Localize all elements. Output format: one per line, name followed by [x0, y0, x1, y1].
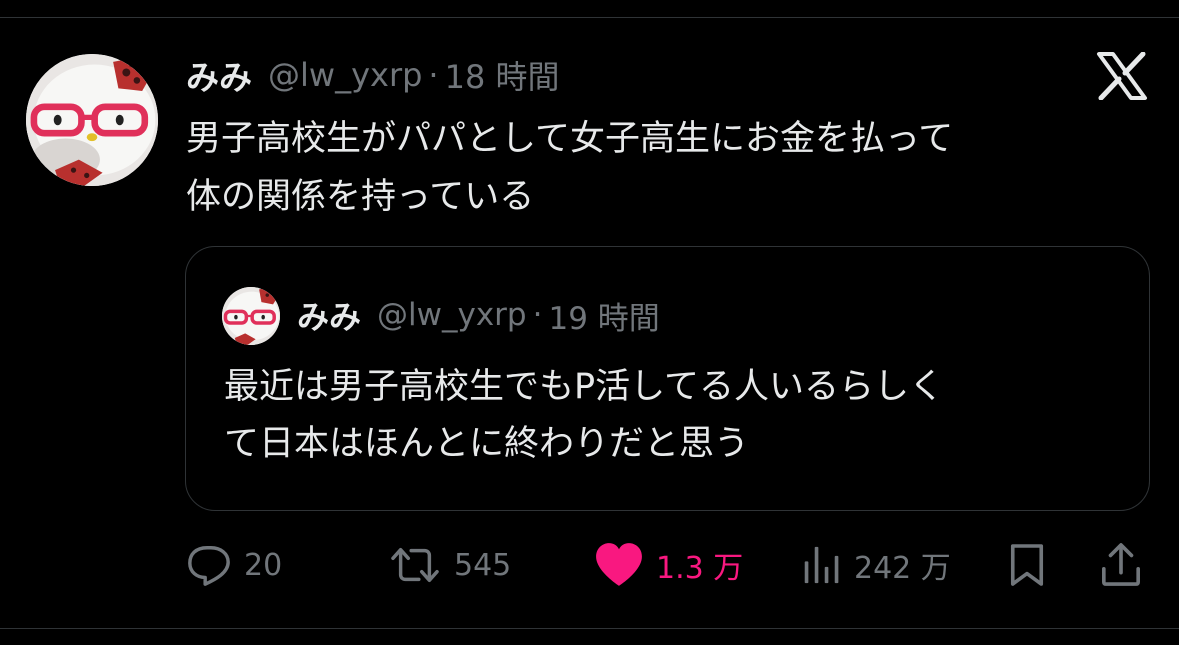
x-logo-icon[interactable]: [1096, 51, 1148, 101]
quoted-tweet-text: 最近は男子高校生でもP活してる人いるらしく て日本はほんとに終わりだと思う: [224, 359, 1124, 473]
tweet-text: 男子高校生がパパとして女子高生にお金を払って 体の関係を持っている: [186, 110, 1146, 226]
bookmark-button[interactable]: [1008, 536, 1046, 594]
quoted-avatar-image: [222, 287, 280, 345]
user-handle[interactable]: @lw_yxrp: [268, 56, 422, 94]
like-button[interactable]: 1.3 万: [594, 536, 743, 594]
quoted-text-line-1: 最近は男子高校生でもP活してる人いるらしく: [224, 367, 945, 407]
avatar[interactable]: [26, 54, 158, 186]
quoted-user-handle: @lw_yxrp: [377, 297, 527, 333]
reply-icon: [188, 546, 230, 586]
avatar-image: [26, 54, 158, 186]
quoted-tweet-header: みみ @lw_yxrp · 19 時間: [297, 293, 660, 337]
repost-icon: [391, 547, 439, 583]
views-icon: [804, 546, 839, 584]
repost-count: 545: [454, 547, 512, 583]
like-count: 1.3 万: [656, 551, 744, 586]
views-count: 242 万: [854, 551, 951, 586]
timestamp[interactable]: 18 時間: [445, 52, 560, 98]
views-button[interactable]: 242 万: [802, 536, 951, 594]
heart-icon: [596, 543, 642, 586]
action-bar: 20 545 1.3 万 242 万: [0, 536, 1179, 594]
share-icon: [1102, 543, 1140, 586]
share-button[interactable]: [1100, 536, 1142, 594]
tweet-text-line-2: 体の関係を持っている: [186, 177, 535, 217]
separator-dot: ·: [428, 56, 439, 94]
repost-button[interactable]: 545: [388, 536, 511, 594]
reply-button[interactable]: 20: [186, 536, 282, 594]
quoted-tweet-card[interactable]: みみ @lw_yxrp · 19 時間 最近は男子高校生でもP活してる人いるらし…: [185, 246, 1150, 511]
quoted-timestamp: 19 時間: [548, 300, 660, 337]
tweet-text-line-1: 男子高校生がパパとして女子高生にお金を払って: [186, 119, 954, 159]
bookmark-icon: [1010, 544, 1044, 586]
quoted-avatar[interactable]: [222, 287, 280, 345]
reply-count: 20: [244, 547, 283, 583]
quoted-display-name: みみ: [297, 298, 362, 336]
quoted-separator-dot: ·: [532, 297, 543, 333]
tweet-header: みみ @lw_yxrp · 18 時間: [186, 52, 559, 98]
bottom-divider: [0, 628, 1179, 629]
display-name[interactable]: みみ: [186, 51, 252, 99]
quoted-text-line-2: て日本はほんとに終わりだと思う: [224, 424, 750, 464]
top-divider: [0, 17, 1179, 18]
